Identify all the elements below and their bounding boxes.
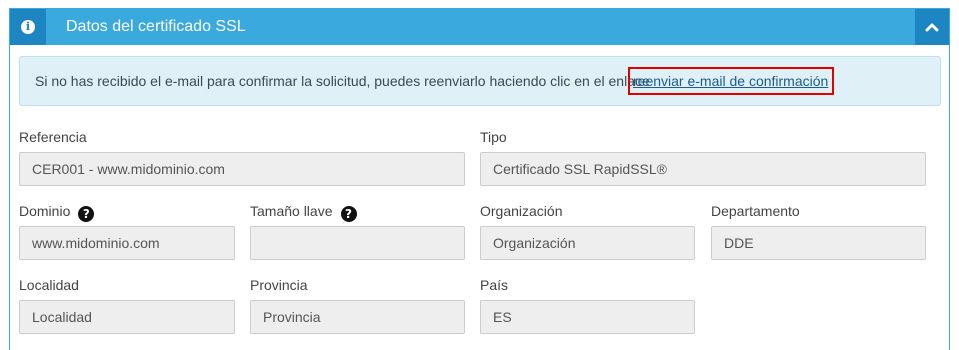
label-pais: País: [480, 277, 509, 293]
tipo-field[interactable]: Certificado SSL RapidSSL®: [480, 152, 926, 186]
label-referencia: Referencia: [19, 129, 87, 145]
departamento-field[interactable]: DDE: [711, 226, 926, 260]
label-provincia: Provincia: [250, 277, 308, 293]
label-dominio: Dominio: [19, 203, 71, 219]
collapse-button[interactable]: [915, 9, 949, 45]
alert-message: Si no has recibido el e-mail para confir…: [35, 73, 650, 89]
info-alert: Si no has recibido el e-mail para confir…: [19, 56, 941, 106]
label-organizacion: Organización: [480, 203, 563, 219]
tamano-llave-field[interactable]: [250, 226, 465, 260]
label-departamento: Departamento: [711, 203, 800, 219]
label-localidad: Localidad: [19, 277, 79, 293]
chevron-up-icon: [925, 23, 939, 32]
resend-confirmation-email-link[interactable]: reenviar e-mail de confirmación: [633, 73, 828, 89]
organizacion-field[interactable]: Organización: [480, 226, 695, 260]
provincia-field[interactable]: Provincia: [250, 300, 465, 334]
pais-field[interactable]: ES: [480, 300, 695, 334]
referencia-field[interactable]: CER001 - www.midominio.com: [19, 152, 465, 186]
info-icon-box: i: [10, 9, 46, 45]
panel-title: Datos del certificado SSL: [66, 18, 246, 35]
help-icon[interactable]: ?: [78, 206, 95, 222]
info-icon: i: [21, 20, 35, 34]
highlight-box: reenviar e-mail de confirmación: [628, 67, 834, 95]
localidad-field[interactable]: Localidad: [19, 300, 235, 334]
label-dominio-group: Dominio?: [19, 203, 95, 222]
label-tamano-llave: Tamaño llave: [250, 203, 333, 219]
dominio-field[interactable]: www.midominio.com: [19, 226, 235, 260]
label-tamano-llave-group: Tamaño llave?: [250, 203, 357, 222]
panel-header: i Datos del certificado SSL: [10, 9, 949, 45]
help-icon[interactable]: ?: [340, 206, 357, 222]
label-tipo: Tipo: [480, 129, 507, 145]
